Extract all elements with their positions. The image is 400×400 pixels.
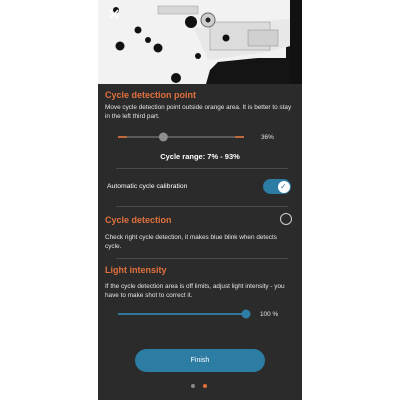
divider bbox=[116, 258, 288, 259]
light-intensity-description: If the cycle detection area is off limit… bbox=[105, 283, 285, 299]
cycle-point-title: Cycle detection point bbox=[105, 90, 197, 100]
phone-screen: ✕ Cycle detection point Move cycle detec… bbox=[98, 0, 302, 400]
divider bbox=[116, 206, 288, 207]
light-intensity-percent: 100 % bbox=[260, 311, 279, 318]
finish-button[interactable]: Finish bbox=[135, 349, 265, 372]
cycle-point-slider-thumb[interactable] bbox=[158, 132, 168, 142]
auto-calibration-toggle[interactable]: ✓ bbox=[263, 179, 291, 194]
cycle-detection-title: Cycle detection bbox=[105, 215, 172, 225]
light-intensity-slider-thumb[interactable] bbox=[241, 309, 251, 319]
close-icon[interactable]: ✕ bbox=[104, 6, 124, 26]
light-intensity-slider[interactable] bbox=[116, 309, 256, 319]
cycle-point-description: Move cycle detection point outside orang… bbox=[105, 104, 292, 120]
preview-image bbox=[98, 0, 302, 84]
cycle-point-percent: 36% bbox=[261, 134, 274, 141]
light-intensity-title: Light intensity bbox=[105, 265, 167, 275]
divider bbox=[116, 168, 288, 169]
page-indicator-dot-1 bbox=[191, 384, 195, 388]
page-indicator-dot-2 bbox=[203, 384, 207, 388]
cycle-range-label: Cycle range: 7% - 93% bbox=[160, 152, 240, 161]
cycle-detection-radio[interactable] bbox=[280, 213, 292, 225]
auto-calibration-label: Automatic cycle calibration bbox=[107, 183, 188, 190]
check-icon: ✓ bbox=[277, 180, 290, 193]
cycle-detection-description: Check right cycle detection, it makes bl… bbox=[105, 234, 277, 250]
camera-preview: ✕ bbox=[98, 0, 302, 84]
